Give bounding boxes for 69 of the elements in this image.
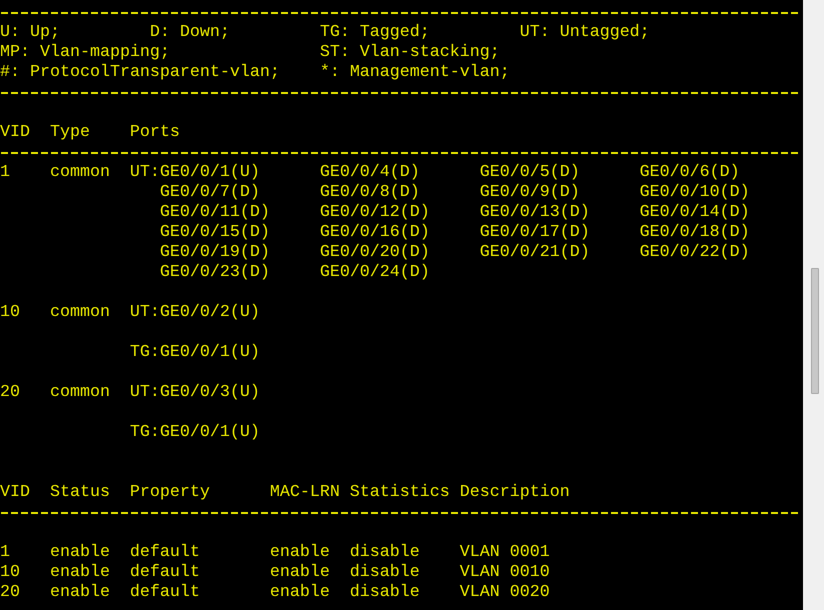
table-cell: enable <box>270 563 330 583</box>
port-entry: GE0/0/18(D) <box>640 223 750 243</box>
table-cell: VLAN 0010 <box>460 563 550 583</box>
legend-text: TG: Tagged; <box>320 23 431 43</box>
vlan-type: common <box>50 383 110 403</box>
port-entry: GE0/0/19(D) <box>160 243 270 263</box>
port-entry: TG:GE0/0/1(U) <box>130 343 260 363</box>
port-entry: GE0/0/14(D) <box>640 203 750 223</box>
port-entry: GE0/0/17(D) <box>480 223 590 243</box>
column-header: Status <box>50 483 110 503</box>
port-entry: GE0/0/20(D) <box>320 243 430 263</box>
legend-text: UT: Untagged; <box>520 23 651 43</box>
port-entry: GE0/0/21(D) <box>480 243 590 263</box>
table-cell: enable <box>50 563 110 583</box>
port-entry: GE0/0/8(D) <box>320 183 420 203</box>
table-cell: default <box>130 543 200 563</box>
vlan-id: 10 <box>0 303 20 323</box>
port-entry: GE0/0/13(D) <box>480 203 590 223</box>
table-cell: 1 <box>0 543 10 563</box>
port-entry: UT:GE0/0/1(U) <box>130 163 260 183</box>
port-entry: GE0/0/4(D) <box>320 163 420 183</box>
table-cell: default <box>130 563 200 583</box>
legend-text: *: Management-vlan; <box>320 63 511 83</box>
table-cell: VLAN 0001 <box>460 543 550 563</box>
port-entry: GE0/0/9(D) <box>480 183 580 203</box>
table-cell: disable <box>350 543 420 563</box>
port-entry: GE0/0/10(D) <box>640 183 750 203</box>
port-entry: GE0/0/23(D) <box>160 263 270 283</box>
table-cell: 20 <box>0 583 20 603</box>
table-cell: disable <box>350 583 420 603</box>
table-cell: enable <box>270 583 330 603</box>
table-cell: default <box>130 583 200 603</box>
scrollbar[interactable] <box>803 0 824 610</box>
port-entry: UT:GE0/0/2(U) <box>130 303 260 323</box>
table-cell: enable <box>50 583 110 603</box>
vlan-id: 20 <box>0 383 20 403</box>
vlan-id: 1 <box>0 163 10 183</box>
column-header: Property <box>130 483 210 503</box>
vlan-type: common <box>50 163 110 183</box>
port-entry: TG:GE0/0/1(U) <box>130 423 260 443</box>
port-entry: GE0/0/7(D) <box>160 183 260 203</box>
port-entry: UT:GE0/0/3(U) <box>130 383 260 403</box>
table-cell: 10 <box>0 563 20 583</box>
column-header: Description <box>460 483 570 503</box>
legend-text: U: Up; <box>0 23 61 43</box>
port-entry: GE0/0/16(D) <box>320 223 430 243</box>
column-header: VID <box>0 483 30 503</box>
column-header: VID <box>0 123 31 143</box>
port-entry: GE0/0/22(D) <box>640 243 750 263</box>
legend-text: #: ProtocolTransparent-vlan; <box>0 63 281 83</box>
port-entry: GE0/0/5(D) <box>480 163 580 183</box>
vlan-type: common <box>50 303 110 323</box>
port-entry: GE0/0/12(D) <box>320 203 430 223</box>
port-entry: GE0/0/24(D) <box>320 263 430 283</box>
scrollbar-thumb[interactable] <box>811 268 819 394</box>
table-cell: enable <box>270 543 330 563</box>
port-entry: GE0/0/11(D) <box>160 203 270 223</box>
table-cell: disable <box>350 563 420 583</box>
table-cell: VLAN 0020 <box>460 583 550 603</box>
legend-text: ST: Vlan-stacking; <box>320 43 501 63</box>
column-header: MAC-LRN <box>270 483 340 503</box>
column-header: Ports <box>130 123 181 143</box>
column-header: Type <box>50 123 91 143</box>
legend-text: MP: Vlan-mapping; <box>0 43 171 63</box>
legend-text: D: Down; <box>150 23 231 43</box>
table-cell: enable <box>50 543 110 563</box>
port-entry: GE0/0/15(D) <box>160 223 270 243</box>
column-header: Statistics <box>350 483 450 503</box>
port-entry: GE0/0/6(D) <box>640 163 740 183</box>
